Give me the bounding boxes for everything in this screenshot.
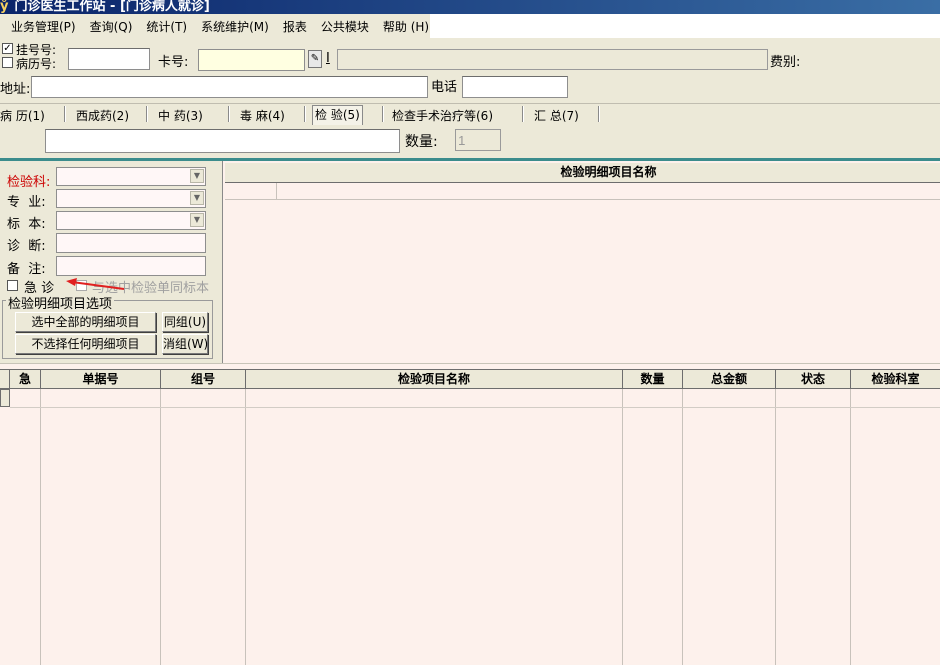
record-no-checkbox[interactable]: [2, 57, 13, 68]
column-header-total-amount[interactable]: 总金额: [683, 369, 776, 389]
specimen-select[interactable]: ▼: [56, 211, 206, 230]
column-header-status[interactable]: 状态: [776, 369, 851, 389]
lab-order-grid: 急 单据号 组号 检验项目名称 数量 总金额 状态 检验科室: [0, 363, 940, 665]
tab-western-medicine[interactable]: 西成药(2): [76, 107, 129, 124]
tab-chinese-medicine[interactable]: 中 药(3): [158, 107, 203, 124]
table-row[interactable]: [10, 407, 940, 408]
patient-no-input[interactable]: [68, 48, 150, 70]
remark-label: 备 注:: [7, 262, 46, 277]
diagnosis-input[interactable]: [56, 233, 206, 253]
column-item-name: [246, 389, 623, 665]
specialty-select[interactable]: ▼: [56, 189, 206, 208]
column-total-amount: [683, 389, 776, 665]
menu-bar: 业务管理(P) 查询(Q) 统计(T) 系统维护(M) 报表 公共模块 帮助 (…: [0, 14, 430, 38]
phone-label: 电话: [431, 80, 458, 95]
menu-reports[interactable]: 报表: [276, 18, 314, 35]
chevron-down-icon[interactable]: ▼: [190, 213, 204, 227]
address-label: 地址:: [0, 82, 31, 97]
column-header-item-name[interactable]: 检验项目名称: [246, 369, 623, 389]
phone-input[interactable]: [462, 76, 568, 98]
tab-summary[interactable]: 汇 总(7): [534, 107, 579, 124]
reg-no-checkbox[interactable]: ✓: [2, 43, 13, 54]
column-header-group-no[interactable]: 组号: [161, 369, 246, 389]
urgent-checkbox[interactable]: [7, 280, 18, 291]
specimen-label: 标 本:: [7, 217, 46, 232]
group-button[interactable]: 同组(U): [162, 312, 208, 332]
diagnosis-label: 诊 断:: [7, 239, 46, 254]
detail-options-group-title: 检验明细项目选项: [6, 293, 115, 312]
card-tail-label: I: [326, 51, 330, 66]
lab-dept-select[interactable]: ▼: [56, 167, 206, 186]
card-no-input[interactable]: [198, 49, 305, 71]
remark-input[interactable]: [56, 256, 206, 276]
tab-narcotics[interactable]: 毒 麻(4): [240, 107, 285, 124]
chevron-down-icon[interactable]: ▼: [190, 169, 204, 183]
column-header-urgent[interactable]: 急: [10, 369, 41, 389]
check-mark-icon: ✓: [3, 43, 12, 54]
item-name-input[interactable]: [45, 129, 400, 153]
card-label: 卡号:: [158, 55, 189, 70]
card-reader-icon[interactable]: ✎: [308, 50, 322, 68]
record-no-label: 病历号:: [16, 57, 57, 71]
patient-header-form: ✓ 挂号号: 病历号: 卡号: ✎ I 费别: 地址: 电话: [0, 38, 940, 103]
column-header-quantity[interactable]: 数量: [623, 369, 683, 389]
column-urgent: [10, 389, 41, 665]
ungroup-button[interactable]: 消组(W): [162, 334, 208, 354]
column-header-receipt-no[interactable]: 单据号: [41, 369, 161, 389]
window-title: 门诊医生工作站 - [门诊病人就诊]: [14, 0, 210, 14]
detail-grid-row-indicator[interactable]: [225, 183, 277, 200]
column-quantity: [623, 389, 683, 665]
window-title-bar: ў 门诊医生工作站 - [门诊病人就诊]: [0, 0, 940, 14]
lab-dept-label: 检验科:: [7, 175, 51, 190]
fee-type-label: 费别:: [770, 55, 801, 70]
tab-examination[interactable]: 检查手术治疗等(6): [392, 107, 493, 124]
order-grid-row-selector[interactable]: [0, 389, 10, 407]
item-entry-row: 数量:: [0, 125, 940, 158]
order-grid-corner: [0, 369, 10, 389]
menu-help[interactable]: 帮助 (H): [376, 18, 436, 35]
tab-laboratory[interactable]: 检 验(5): [312, 105, 363, 125]
tab-medical-record[interactable]: 病 历(1): [0, 107, 45, 124]
menu-query[interactable]: 查询(Q): [83, 18, 140, 35]
column-status: [776, 389, 851, 665]
lab-options-panel: 检验科: ▼ 专 业: ▼ 标 本: ▼ 诊 断: 备 注: 急 诊 与选中检验…: [0, 161, 222, 363]
address-input[interactable]: [31, 76, 428, 98]
column-receipt-no: [41, 389, 161, 665]
annotation-arrow-icon: [66, 278, 125, 290]
detail-grid-header[interactable]: 检验明细项目名称: [276, 163, 940, 183]
patient-info-display: [337, 49, 768, 70]
chevron-down-icon[interactable]: ▼: [190, 191, 204, 205]
menu-public[interactable]: 公共模块: [314, 18, 376, 35]
menu-system[interactable]: 系统维护(M): [194, 18, 276, 35]
detail-grid-corner: [225, 163, 277, 183]
menu-statistics[interactable]: 统计(T): [139, 18, 194, 35]
select-no-items-button[interactable]: 不选择任何明细项目: [15, 334, 156, 354]
quantity-input[interactable]: [455, 129, 501, 151]
menu-business[interactable]: 业务管理(P): [4, 18, 83, 35]
specialty-label: 专 业:: [7, 195, 46, 210]
app-icon: ў: [0, 0, 9, 14]
tab-bar: 病 历(1) 西成药(2) 中 药(3) 毒 麻(4) 检 验(5) 检查手术治…: [0, 103, 940, 125]
column-group-no: [161, 389, 246, 665]
column-header-lab-dept[interactable]: 检验科室: [851, 369, 940, 389]
quantity-label: 数量:: [405, 134, 438, 150]
lab-detail-grid: 检验明细项目名称: [222, 161, 940, 363]
select-all-items-button[interactable]: 选中全部的明细项目: [15, 312, 156, 332]
detail-grid-row[interactable]: [276, 183, 940, 200]
